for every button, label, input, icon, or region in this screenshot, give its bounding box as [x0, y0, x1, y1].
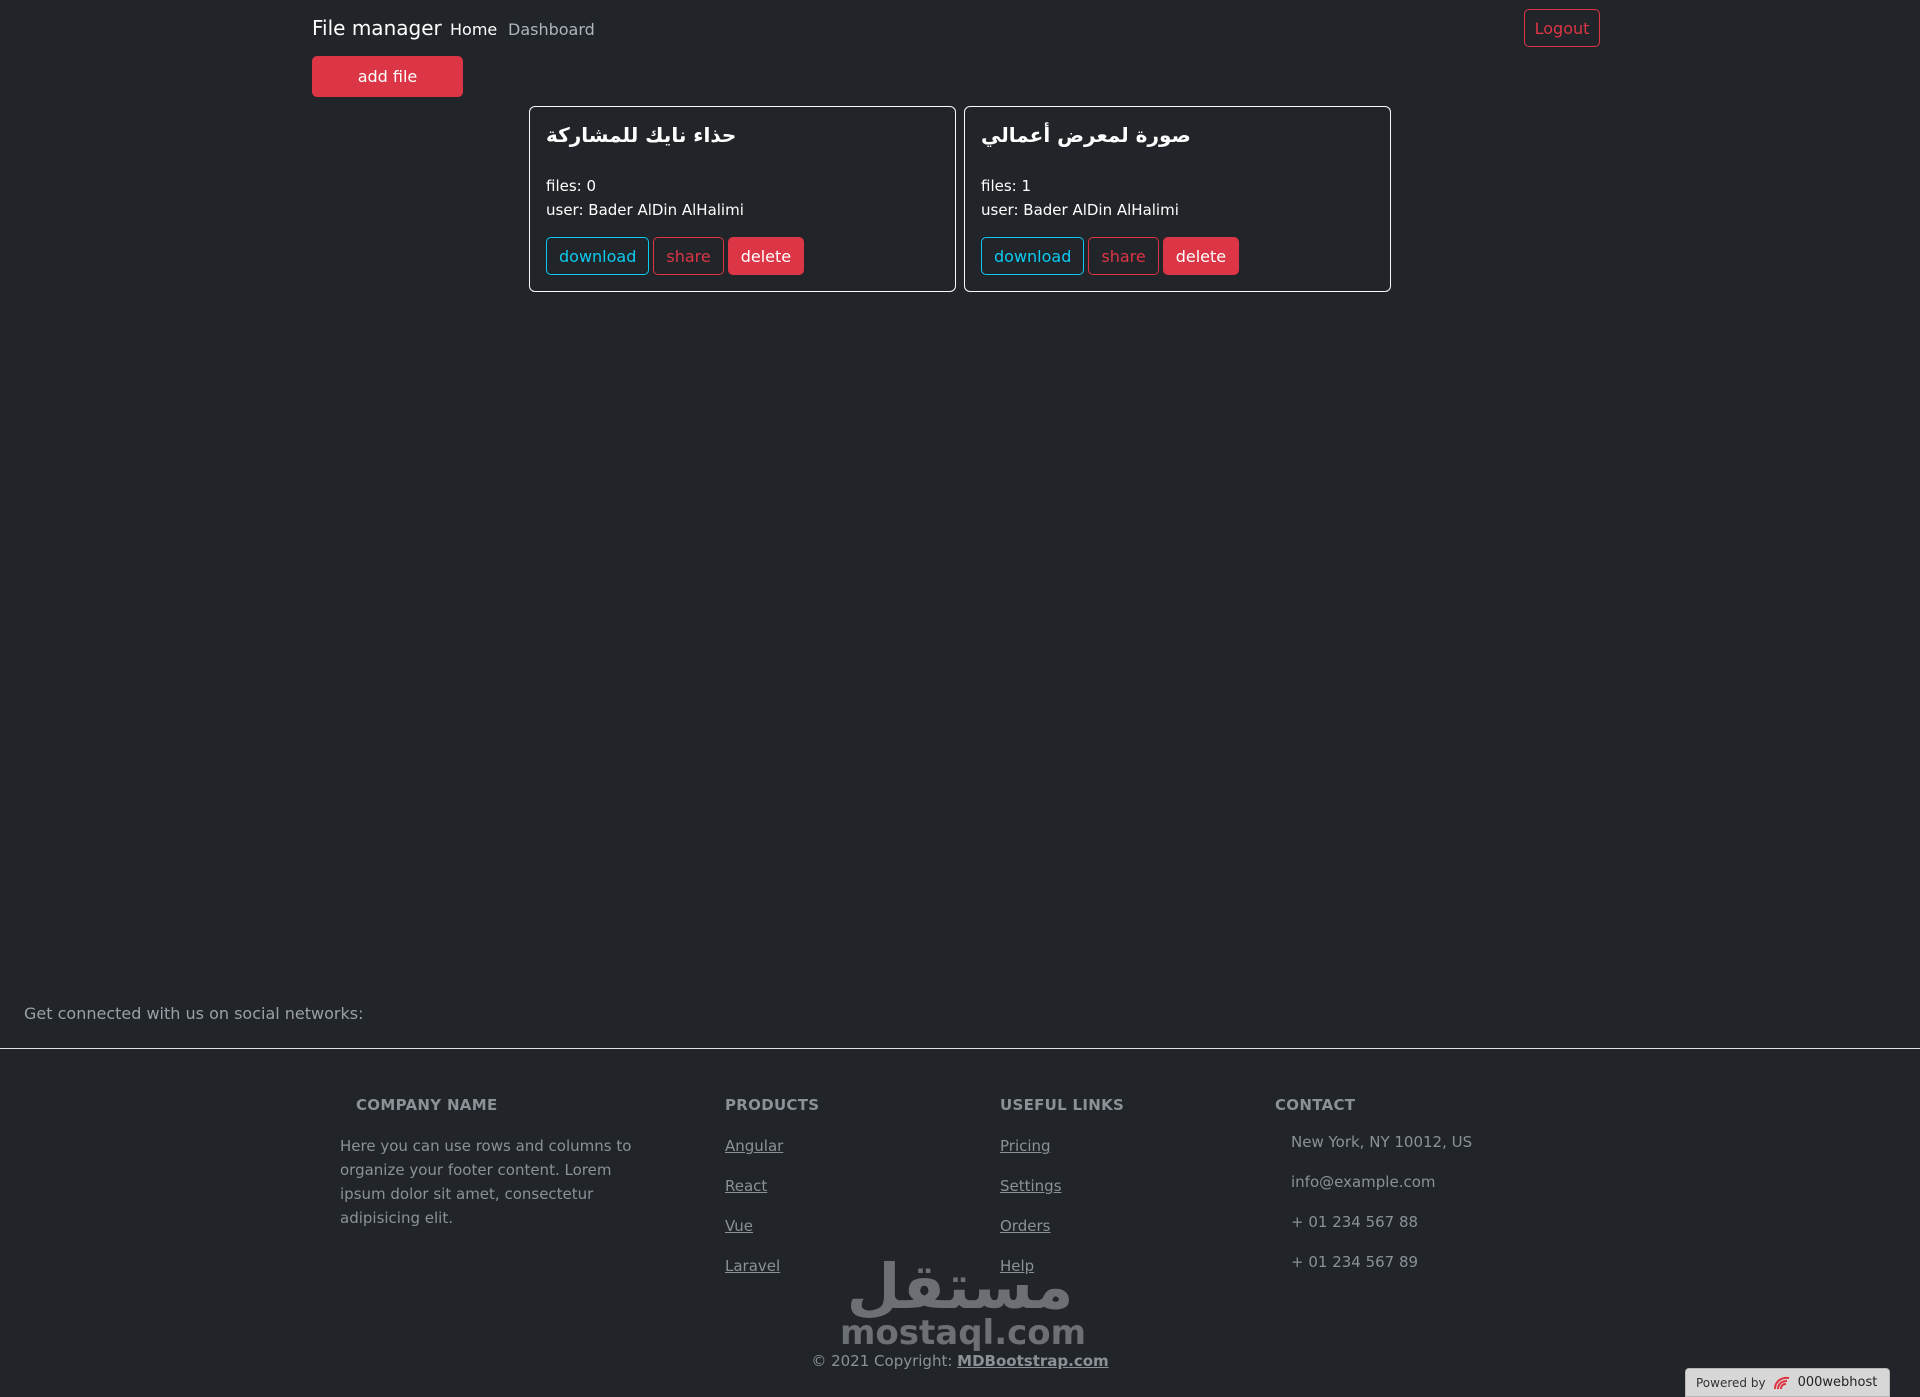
watermark-latin: mostaql.com: [840, 1313, 1087, 1353]
footer-link-angular[interactable]: Angular: [725, 1134, 819, 1158]
footer-divider: [0, 1048, 1920, 1049]
delete-button[interactable]: delete: [1162, 237, 1240, 275]
copyright-link[interactable]: MDBootstrap.com: [957, 1352, 1108, 1370]
footer-link-settings[interactable]: Settings: [1000, 1174, 1124, 1198]
useful-links-heading: USEFUL LINKS: [1000, 1096, 1125, 1114]
contact-heading: CONTACT: [1275, 1096, 1356, 1114]
brand-title[interactable]: File manager: [312, 16, 442, 40]
contact-phone: + 01 234 567 88: [1291, 1213, 1419, 1231]
share-button[interactable]: share: [653, 237, 724, 275]
download-button[interactable]: download: [546, 237, 650, 275]
share-button[interactable]: share: [1088, 237, 1159, 275]
navbar: File manager Home Dashboard Logout: [312, 8, 1600, 48]
powered-by-badge[interactable]: Powered by 000webhost: [1685, 1368, 1890, 1397]
watermark-arabic: مستقل: [846, 1250, 1074, 1323]
card-title: صورة لمعرض أعمالي: [981, 123, 1191, 147]
footer-contact-column: CONTACT New York, NY 10012, US info@exam…: [1275, 1096, 1472, 1274]
footer-products-column: PRODUCTS Angular React Vue Laravel: [725, 1096, 819, 1278]
file-card: صورة لمعرض أعمالي files: 1 user: Bader A…: [964, 106, 1391, 292]
card-user: user: Bader AlDin AlHalimi: [981, 201, 1179, 219]
webhost-logo-icon: [1773, 1376, 1789, 1389]
powered-by-label: Powered by: [1696, 1375, 1766, 1390]
footer-link-react[interactable]: React: [725, 1174, 819, 1198]
contact-fax: + 01 234 567 89: [1291, 1253, 1419, 1271]
footer-company-column: COMPANY NAME Here you can use rows and c…: [340, 1096, 660, 1230]
file-card: حذاء نايك للمشاركة files: 0 user: Bader …: [529, 106, 956, 292]
footer-link-vue[interactable]: Vue: [725, 1214, 819, 1238]
card-title: حذاء نايك للمشاركة: [546, 123, 737, 147]
download-button[interactable]: download: [981, 237, 1085, 275]
company-heading: COMPANY NAME: [356, 1096, 498, 1114]
add-file-button[interactable]: add file: [312, 56, 463, 97]
page: File manager Home Dashboard Logout add f…: [0, 0, 1920, 1397]
footer-link-laravel[interactable]: Laravel: [725, 1254, 819, 1278]
copyright: © 2021 Copyright: MDBootstrap.com: [0, 1352, 1920, 1370]
card-files-count: files: 1: [981, 177, 1032, 195]
mostaql-watermark: مستقل mostaql.com: [840, 1250, 1087, 1353]
delete-button[interactable]: delete: [727, 237, 805, 275]
card-actions: download share delete: [546, 237, 805, 275]
logout-button[interactable]: Logout: [1524, 9, 1600, 47]
company-description: Here you can use rows and columns to org…: [340, 1137, 632, 1227]
card-user: user: Bader AlDin AlHalimi: [546, 201, 744, 219]
copyright-text: © 2021 Copyright:: [811, 1352, 953, 1370]
nav-link-home[interactable]: Home: [450, 20, 497, 39]
social-networks-text: Get connected with us on social networks…: [24, 1004, 364, 1023]
card-files-count: files: 0: [546, 177, 597, 195]
powered-by-host: 000webhost: [1797, 1375, 1878, 1390]
contact-address: New York, NY 10012, US: [1291, 1133, 1473, 1151]
card-actions: download share delete: [981, 237, 1240, 275]
footer-link-pricing[interactable]: Pricing: [1000, 1134, 1124, 1158]
products-heading: PRODUCTS: [725, 1096, 820, 1114]
contact-email: info@example.com: [1291, 1173, 1436, 1191]
nav-link-dashboard[interactable]: Dashboard: [508, 20, 595, 39]
footer-link-orders[interactable]: Orders: [1000, 1214, 1124, 1238]
